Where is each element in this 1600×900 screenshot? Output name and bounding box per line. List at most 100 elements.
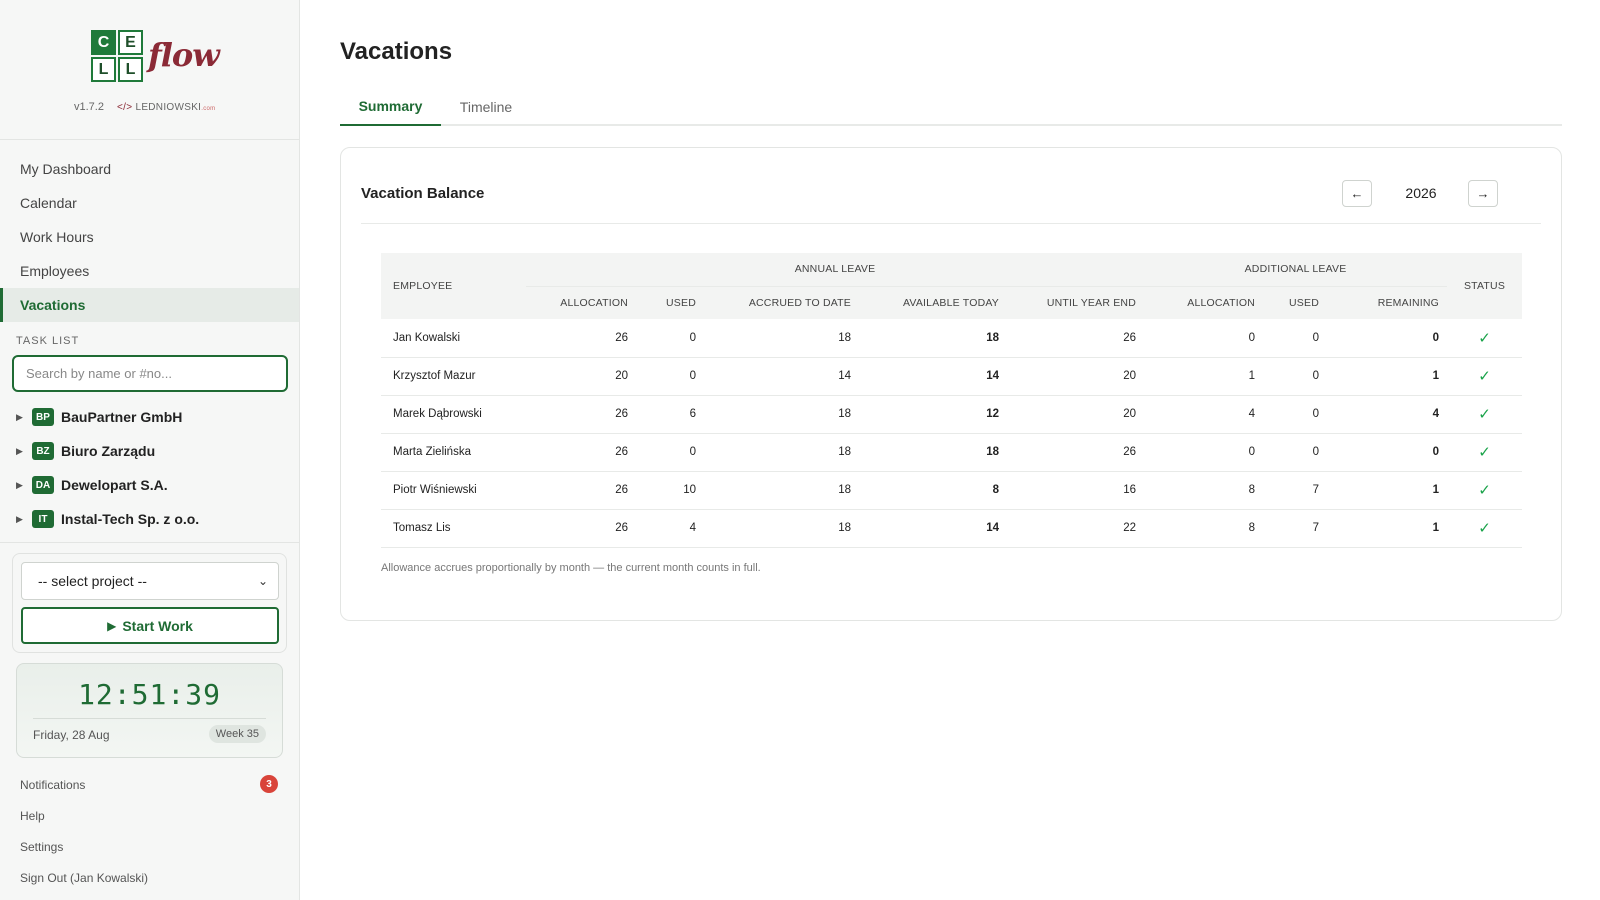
clock-time: 12:51:39 — [78, 678, 221, 711]
cell-accrued: 18 — [704, 433, 859, 472]
help-link[interactable]: Help — [0, 800, 299, 831]
client-badge: BZ — [32, 442, 54, 460]
caret-right-icon[interactable]: ▶ — [16, 514, 32, 525]
cell-remaining: 4 — [1327, 395, 1447, 434]
col-header-additional-allocation[interactable]: ALLOCATION — [1144, 286, 1263, 319]
cell-allocation: 26 — [526, 319, 636, 358]
cell-additional-used: 7 — [1263, 471, 1327, 510]
cell-used: 0 — [636, 433, 704, 472]
table-row[interactable]: Piotr Wiśniewski 26 10 18 8 16 8 7 1 ✓ — [381, 471, 1522, 510]
cell-used: 0 — [636, 357, 704, 396]
sidebar: C E L L flow v1.7.2 </> LEDNIOWSKI.com M… — [0, 0, 300, 900]
client-item-dewelopart[interactable]: ▶ DA Dewelopart S.A. — [0, 468, 299, 502]
tab-timeline[interactable]: Timeline — [446, 88, 526, 126]
app-version: v1.7.2 — [74, 101, 104, 113]
previous-year-button[interactable]: ← — [1342, 180, 1372, 207]
table-row[interactable]: Jan Kowalski 26 0 18 18 26 0 0 0 ✓ — [381, 319, 1522, 358]
cell-available: 8 — [859, 471, 1007, 510]
next-year-button[interactable]: → — [1468, 180, 1498, 207]
client-item-biuro-zarzadu[interactable]: ▶ BZ Biuro Zarządu — [0, 434, 299, 468]
caret-right-icon[interactable]: ▶ — [16, 480, 32, 491]
author-credit[interactable]: </> LEDNIOWSKI.com — [117, 102, 215, 113]
cell-accrued: 14 — [704, 357, 859, 396]
accrual-note: Allowance accrues proportionally by mont… — [381, 562, 761, 574]
col-header-remaining[interactable]: REMAINING — [1327, 286, 1447, 319]
cell-employee: Tomasz Lis — [381, 509, 526, 548]
caret-right-icon[interactable]: ▶ — [16, 412, 32, 423]
notifications-link[interactable]: Notifications 3 — [0, 769, 299, 800]
cell-remaining: 1 — [1327, 357, 1447, 396]
col-header-additional-used[interactable]: USED — [1263, 286, 1327, 319]
nav-item-vacations[interactable]: Vacations — [0, 288, 299, 322]
cell-employee: Krzysztof Mazur — [381, 357, 526, 396]
col-group-additional-leave: ADDITIONAL LEAVE — [1144, 253, 1447, 287]
settings-link[interactable]: Settings — [0, 831, 299, 862]
table-body: Jan Kowalski 26 0 18 18 26 0 0 0 ✓ Krzys… — [381, 319, 1522, 548]
col-header-employee[interactable]: EMPLOYEE — [381, 253, 526, 319]
table-row[interactable]: Marta Zielińska 26 0 18 18 26 0 0 0 ✓ — [381, 433, 1522, 472]
cell-additional-used: 0 — [1263, 395, 1327, 434]
sign-out-link[interactable]: Sign Out (Jan Kowalski) — [0, 862, 299, 893]
col-header-status[interactable]: STATUS — [1447, 253, 1522, 319]
logo-letter: E — [118, 30, 143, 55]
col-header-until-year-end[interactable]: UNTIL YEAR END — [1007, 286, 1144, 319]
cell-remaining: 0 — [1327, 319, 1447, 358]
nav-item-employees[interactable]: Employees — [0, 254, 299, 288]
tab-summary[interactable]: Summary — [340, 88, 441, 126]
check-icon: ✓ — [1447, 319, 1522, 358]
cell-allocation: 26 — [526, 471, 636, 510]
cell-used: 6 — [636, 395, 704, 434]
nav-item-calendar[interactable]: Calendar — [0, 186, 299, 220]
col-header-allocation[interactable]: ALLOCATION — [526, 286, 636, 319]
notification-count-badge: 3 — [260, 775, 278, 793]
nav-item-work-hours[interactable]: Work Hours — [0, 220, 299, 254]
author-suffix: .com — [201, 106, 216, 112]
cell-until-year-end: 20 — [1007, 395, 1144, 434]
arrow-right-icon: → — [1476, 186, 1490, 201]
col-header-used[interactable]: USED — [636, 286, 704, 319]
cell-additional-allocation: 8 — [1144, 509, 1263, 548]
cell-remaining: 0 — [1327, 433, 1447, 472]
client-name: Instal-Tech Sp. z o.o. — [61, 511, 200, 527]
cell-additional-allocation: 4 — [1144, 395, 1263, 434]
cell-allocation: 26 — [526, 509, 636, 548]
table-row[interactable]: Tomasz Lis 26 4 18 14 22 8 7 1 ✓ — [381, 509, 1522, 548]
client-item-baupartner[interactable]: ▶ BP BauPartner GmbH — [0, 400, 299, 434]
cell-additional-used: 0 — [1263, 357, 1327, 396]
cell-additional-used: 7 — [1263, 509, 1327, 548]
notifications-label: Notifications — [20, 777, 86, 792]
task-search-input[interactable] — [12, 355, 288, 392]
cell-until-year-end: 26 — [1007, 319, 1144, 358]
vacation-balance-table: EMPLOYEE ANNUAL LEAVE ADDITIONAL LEAVE S… — [381, 253, 1522, 548]
logo-area: C E L L flow v1.7.2 </> LEDNIOWSKI.com — [0, 0, 299, 140]
client-badge: IT — [32, 510, 54, 528]
table-row[interactable]: Krzysztof Mazur 20 0 14 14 20 1 0 1 ✓ — [381, 357, 1522, 396]
cell-available: 18 — [859, 319, 1007, 358]
author-name: LEDNIOWSKI — [135, 102, 202, 113]
cell-employee: Jan Kowalski — [381, 319, 526, 358]
client-item-instal-tech[interactable]: ▶ IT Instal-Tech Sp. z o.o. — [0, 502, 299, 536]
tab-bar: Summary Timeline — [340, 88, 1562, 126]
col-header-available[interactable]: AVAILABLE TODAY — [859, 286, 1007, 319]
check-icon: ✓ — [1447, 357, 1522, 396]
caret-right-icon[interactable]: ▶ — [16, 446, 32, 457]
cell-accrued: 18 — [704, 471, 859, 510]
col-header-accrued[interactable]: ACCRUED TO DATE — [704, 286, 859, 319]
table-row[interactable]: Marek Dąbrowski 26 6 18 12 20 4 0 4 ✓ — [381, 395, 1522, 434]
main-nav: My Dashboard Calendar Work Hours Employe… — [0, 152, 299, 322]
arrow-left-icon: ← — [1350, 186, 1364, 201]
project-select[interactable]: -- select project -- ⌄ — [21, 562, 279, 600]
start-work-button[interactable]: ▶ Start Work — [21, 607, 279, 644]
client-name: Dewelopart S.A. — [61, 477, 168, 493]
vacation-balance-card: Vacation Balance ← 2026 → EMPLOYEE ANNUA… — [340, 147, 1562, 621]
cell-available: 18 — [859, 433, 1007, 472]
year-label: 2026 — [1405, 185, 1437, 201]
app-logo[interactable]: C E L L — [91, 30, 145, 84]
cell-additional-allocation: 1 — [1144, 357, 1263, 396]
col-group-annual-leave: ANNUAL LEAVE — [526, 253, 1144, 287]
clock-widget: 12:51:39 Friday, 28 Aug Week 35 — [16, 663, 283, 758]
cell-additional-used: 0 — [1263, 433, 1327, 472]
nav-item-dashboard[interactable]: My Dashboard — [0, 152, 299, 186]
cell-until-year-end: 26 — [1007, 433, 1144, 472]
cell-additional-used: 0 — [1263, 319, 1327, 358]
